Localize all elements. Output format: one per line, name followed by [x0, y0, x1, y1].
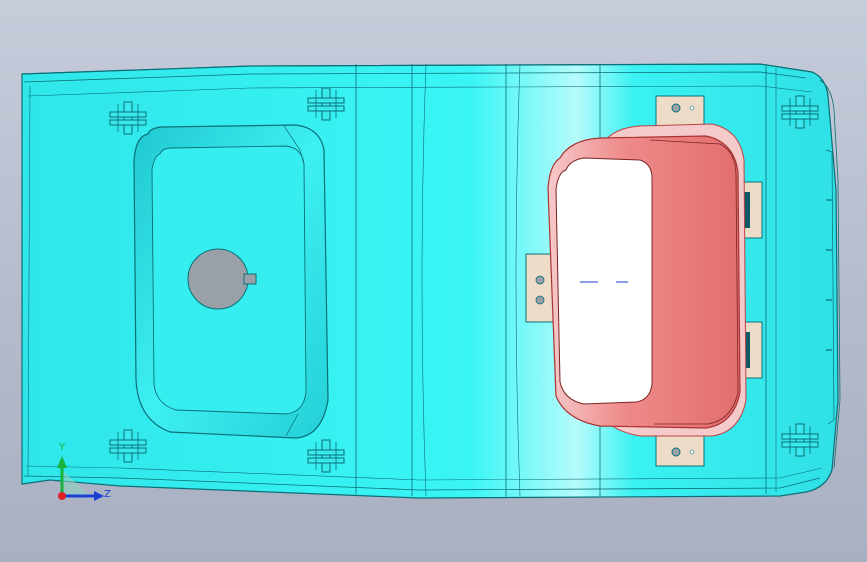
- left-pocket[interactable]: [133, 124, 329, 439]
- cad-viewport[interactable]: Y Z: [0, 0, 867, 562]
- z-axis-label: Z: [104, 489, 111, 500]
- origin-dot: [58, 492, 66, 500]
- y-axis-label: Y: [59, 442, 66, 453]
- mount-tab-bottom: [655, 431, 705, 467]
- side-tab-left: [525, 253, 555, 323]
- pocket-hole: [187, 248, 249, 310]
- model-view[interactable]: [0, 0, 867, 562]
- axis-triad: Y Z: [40, 440, 120, 510]
